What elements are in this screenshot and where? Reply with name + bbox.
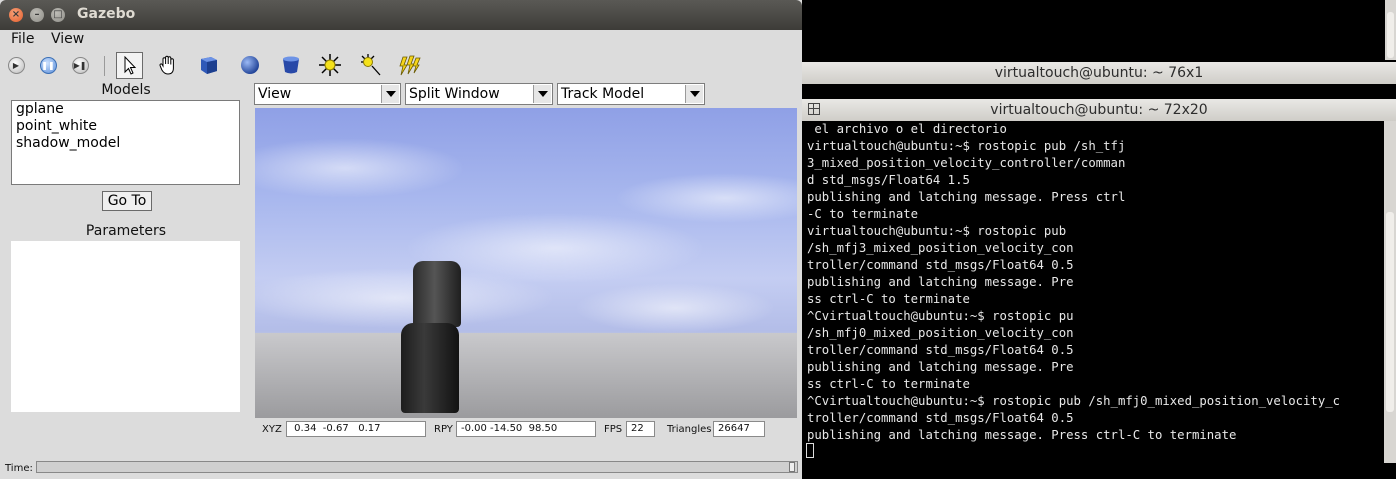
chevron-down-icon bbox=[685, 85, 703, 103]
fps-field: 22 bbox=[626, 421, 655, 437]
select-arrow-icon bbox=[124, 55, 136, 75]
pan-button[interactable] bbox=[156, 53, 180, 77]
pause-button[interactable]: ❚❚ bbox=[36, 53, 60, 77]
sky-clouds bbox=[255, 108, 797, 336]
gazebo-window: × – □ Gazebo File View ▶ ❚❚ ▶❚ Models gp… bbox=[0, 0, 802, 479]
terminal2-body[interactable]: el archivo o el directorio virtualtouch@u… bbox=[802, 121, 1384, 463]
parameters-panel[interactable] bbox=[11, 241, 240, 412]
box-icon bbox=[201, 57, 217, 74]
add-cylinder-button[interactable] bbox=[279, 53, 303, 77]
fps-label: FPS bbox=[604, 424, 623, 435]
terminal-line: publishing and latching message. Pre bbox=[807, 275, 1074, 289]
parameters-label: Parameters bbox=[85, 223, 167, 239]
point-light-icon bbox=[319, 54, 341, 76]
terminal-line: virtualtouch@ubuntu:~$ rostopic pub /sh_… bbox=[807, 139, 1126, 153]
terminal2-scrollbar-thumb[interactable] bbox=[1386, 212, 1394, 412]
toolbar: ▶ ❚❚ ▶❚ bbox=[0, 50, 802, 81]
terminal-menu-icon[interactable] bbox=[808, 103, 820, 115]
terminal-output: el archivo o el directorio virtualtouch@u… bbox=[807, 121, 1340, 444]
toolbar-separator bbox=[104, 56, 105, 76]
ground-plane bbox=[255, 333, 797, 418]
rpy-label: RPY bbox=[434, 424, 453, 435]
terminal-line: troller/command std_msgs/Float64 0.5 bbox=[807, 411, 1074, 425]
time-slider-handle[interactable] bbox=[789, 462, 795, 472]
track-model-dropdown-value: Track Model bbox=[561, 86, 645, 102]
terminal-line: publishing and latching message. Press c… bbox=[807, 428, 1237, 442]
close-window-button[interactable]: × bbox=[9, 8, 23, 22]
track-model-dropdown[interactable]: Track Model bbox=[557, 83, 705, 105]
list-item[interactable]: shadow_model bbox=[12, 135, 239, 152]
terminal-background bbox=[802, 0, 1396, 60]
step-button[interactable]: ▶❚ bbox=[68, 53, 92, 77]
add-spot-light-button[interactable] bbox=[358, 53, 382, 77]
3d-viewport[interactable] bbox=[255, 108, 797, 418]
play-button[interactable]: ▶ bbox=[4, 53, 28, 77]
terminal-line: -C to terminate bbox=[807, 207, 919, 221]
time-label: Time: bbox=[5, 463, 33, 474]
terminal-line: publishing and latching message. Pre bbox=[807, 360, 1074, 374]
terminal2-titlebar[interactable]: virtualtouch@ubuntu: ~ 72x20 bbox=[802, 99, 1396, 121]
select-mode-button[interactable] bbox=[116, 52, 143, 79]
chevron-down-icon bbox=[533, 85, 551, 103]
rpy-field: -0.00 -14.50 98.50 bbox=[456, 421, 596, 437]
terminal-line: publishing and latching message. Press c… bbox=[807, 190, 1126, 204]
window-titlebar[interactable]: × – □ Gazebo bbox=[0, 0, 802, 30]
triangles-field: 26647 bbox=[713, 421, 765, 437]
view-dropdown-value: View bbox=[258, 86, 292, 102]
goto-button[interactable]: Go To bbox=[102, 191, 152, 211]
terminal-background bbox=[802, 463, 1396, 479]
triangles-label: Triangles bbox=[667, 424, 712, 435]
play-icon: ▶ bbox=[7, 56, 25, 74]
terminal-line: d std_msgs/Float64 1.5 bbox=[807, 173, 970, 187]
xyz-field: 0.34 -0.67 0.17 bbox=[286, 421, 426, 437]
menubar: File View bbox=[0, 30, 802, 50]
sphere-icon bbox=[241, 56, 259, 74]
menu-view[interactable]: View bbox=[51, 31, 84, 47]
terminal-line: el archivo o el directorio bbox=[807, 122, 1007, 136]
add-directional-light-button[interactable] bbox=[398, 53, 422, 77]
minimize-window-button[interactable]: – bbox=[30, 8, 44, 22]
models-list[interactable]: gplane point_white shadow_model bbox=[11, 100, 240, 185]
terminal-line: ss ctrl-C to terminate bbox=[807, 292, 970, 306]
terminal-line: 3_mixed_position_velocity_controller/com… bbox=[807, 156, 1126, 170]
models-label: Models bbox=[101, 82, 151, 98]
terminal-line: troller/command std_msgs/Float64 0.5 bbox=[807, 258, 1074, 272]
directional-light-icon bbox=[399, 55, 421, 76]
pan-hand-icon bbox=[159, 55, 174, 75]
shadow-hand-model[interactable] bbox=[413, 261, 461, 327]
split-window-dropdown-value: Split Window bbox=[409, 86, 500, 102]
cylinder-icon bbox=[283, 56, 299, 74]
view-dropdown[interactable]: View bbox=[254, 83, 401, 105]
split-window-dropdown[interactable]: Split Window bbox=[405, 83, 553, 105]
terminal-line: ^Cvirtualtouch@ubuntu:~$ rostopic pu bbox=[807, 309, 1074, 323]
status-bar: XYZ 0.34 -0.67 0.17 RPY -0.00 -14.50 98.… bbox=[255, 419, 797, 441]
terminal-line: ss ctrl-C to terminate bbox=[807, 377, 970, 391]
terminal-line: /sh_mfj3_mixed_position_velocity_con bbox=[807, 241, 1074, 255]
add-point-light-button[interactable] bbox=[318, 53, 342, 77]
terminal-line: /sh_mfj0_mixed_position_velocity_con bbox=[807, 326, 1074, 340]
terminal1-body[interactable] bbox=[802, 84, 1396, 98]
time-slider[interactable] bbox=[36, 461, 798, 473]
maximize-window-button[interactable]: □ bbox=[51, 8, 65, 22]
list-item[interactable]: gplane bbox=[12, 101, 239, 118]
chevron-down-icon bbox=[381, 85, 399, 103]
terminal-line: ^Cvirtualtouch@ubuntu:~$ rostopic pub /s… bbox=[807, 394, 1341, 408]
list-item[interactable]: point_white bbox=[12, 118, 239, 135]
spot-light-icon bbox=[361, 54, 381, 76]
add-box-button[interactable] bbox=[197, 53, 221, 77]
window-title: Gazebo bbox=[77, 6, 136, 22]
terminal-cursor bbox=[806, 443, 814, 458]
terminal-line: troller/command std_msgs/Float64 0.5 bbox=[807, 343, 1074, 357]
pause-icon: ❚❚ bbox=[39, 56, 57, 74]
terminal1-titlebar[interactable]: virtualtouch@ubuntu: ~ 76x1 bbox=[802, 62, 1396, 84]
add-sphere-button[interactable] bbox=[238, 53, 262, 77]
menu-file[interactable]: File bbox=[11, 31, 34, 47]
terminal-line: virtualtouch@ubuntu:~$ rostopic pub bbox=[807, 224, 1067, 238]
terminal-scrollbar-thumb[interactable] bbox=[1387, 12, 1394, 58]
shadow-hand-base[interactable] bbox=[401, 323, 459, 413]
step-icon: ▶❚ bbox=[71, 56, 89, 74]
xyz-label: XYZ bbox=[262, 424, 282, 435]
